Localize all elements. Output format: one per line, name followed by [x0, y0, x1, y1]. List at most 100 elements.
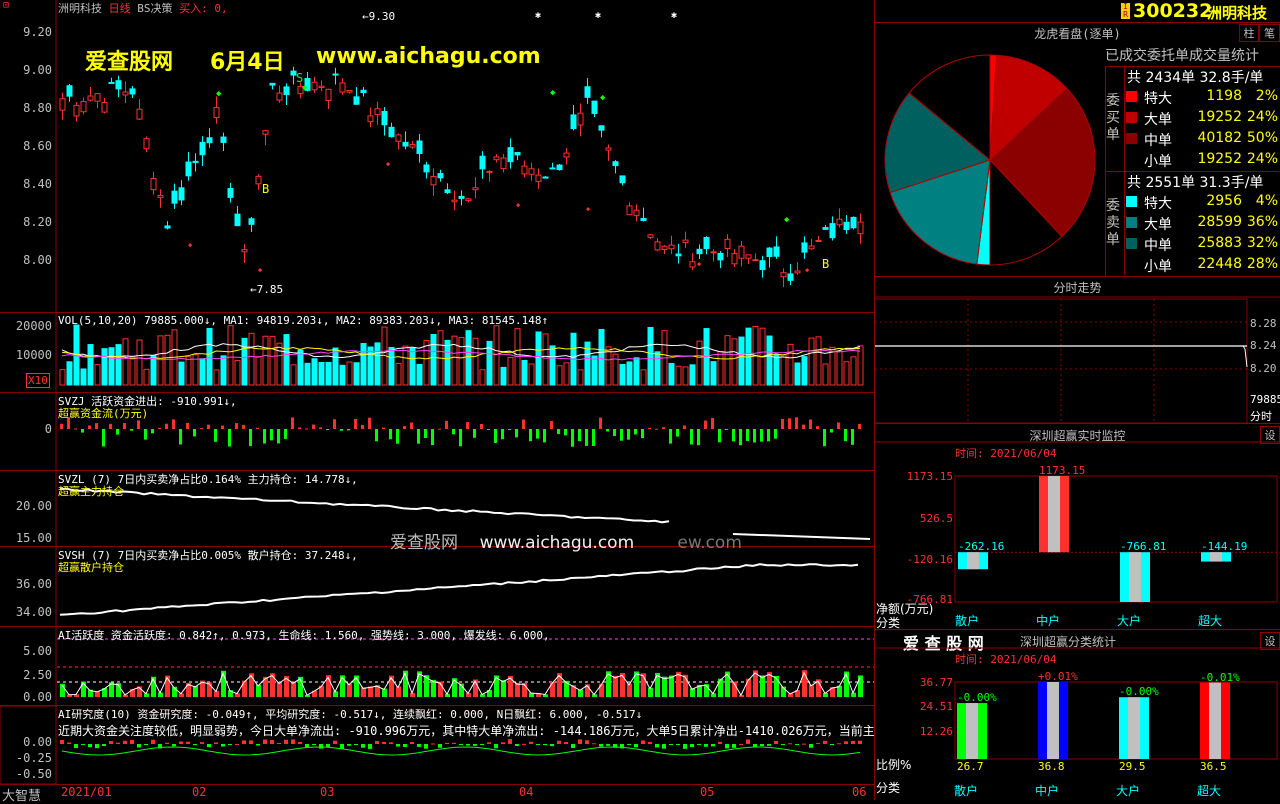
classify-value-3: 36.5: [1200, 760, 1227, 773]
realtime-bar-highlight: [1210, 552, 1222, 562]
row-pct: 2%: [1255, 88, 1278, 104]
money-flow-bar: [424, 429, 427, 438]
center-watermark-url: www.aichagu.com: [479, 533, 635, 553]
volume-bar: [360, 342, 367, 386]
volume-bar: [780, 354, 787, 386]
ai-research-panel[interactable]: AI研究度(10) 资金研究度: -0.049↑, 平均研究度: -0.517↓…: [0, 706, 874, 784]
money-flow-bar: [711, 417, 714, 429]
ai-active-panel[interactable]: AI活跃度 资金活跃度: 0.842↑, 0.973, 生命线: 1.560, …: [0, 627, 874, 706]
volume-bar: [724, 335, 731, 386]
money-flow-bar: [312, 424, 315, 429]
volume-bar: [87, 344, 94, 386]
money-flow-bar: [746, 429, 749, 441]
volume-bar: [542, 333, 549, 386]
volume-bar: [255, 356, 262, 386]
vol-axis-1: 20000: [15, 319, 52, 333]
volume-bar: [633, 357, 640, 386]
candle-body: [353, 96, 360, 105]
high-price-mark: ←9.30: [362, 10, 396, 23]
research-bar: [634, 744, 638, 748]
price-axis-tick: 9.00: [23, 63, 52, 77]
candle-body: [759, 260, 766, 271]
volume-bar: [213, 369, 220, 386]
money-flow-bar: [578, 429, 581, 442]
svsh-panel[interactable]: SVSH (7) 7日内买卖净占比0.005% 散户持仓: 37.248↓, 超…: [0, 547, 874, 627]
volume-bar: [507, 356, 514, 386]
classify-change-2: -0.00%: [1119, 685, 1159, 699]
research-bar: [592, 743, 596, 745]
research-bar: [788, 743, 792, 745]
classify-axis-2: 24.51: [919, 700, 953, 713]
realtime-category-0: 散户: [955, 614, 980, 628]
money-flow-bar: [655, 428, 658, 430]
volume-bar: [430, 334, 437, 386]
pen-mode-button[interactable]: 笔: [1259, 24, 1280, 42]
ai-active-header: AI活跃度 资金活跃度: 0.842↑, 0.973, 生命线: 1.560, …: [58, 629, 550, 642]
research-bar: [74, 744, 78, 749]
indicator-label[interactable]: BS决策: [137, 2, 172, 15]
research-bar: [88, 744, 92, 748]
research-bar: [291, 739, 295, 744]
volume-bar: [157, 335, 164, 386]
money-flow-bar: [151, 429, 154, 434]
sell-signal-icon: ◆: [216, 89, 222, 99]
money-flow-bar: [144, 429, 147, 440]
money-flow-bar: [214, 429, 217, 442]
research-bar: [641, 740, 645, 744]
candle-body: [73, 104, 80, 117]
activity-bar: [410, 692, 415, 697]
candle-body: [416, 140, 423, 154]
row-name: 小单: [1144, 154, 1172, 170]
volume-panel[interactable]: VOL(5,10,20) 79885.000↓, MA1: 94819.203↓…: [0, 313, 874, 393]
volume-bar: [787, 343, 794, 386]
money-flow-bar: [557, 429, 560, 435]
chart-settings-icon[interactable]: ⊡: [3, 0, 9, 11]
volume-bar: [829, 346, 836, 386]
research-bar: [242, 740, 246, 744]
money-flow-bar: [263, 429, 266, 444]
row-name: 大单: [1144, 112, 1172, 128]
candle-body: [612, 161, 619, 167]
svzj-panel[interactable]: SVZJ 活跃资金进出: -910.991↓, 超赢资金流(万元) 0: [0, 393, 874, 471]
research-bar: [529, 741, 533, 744]
intraday-panel[interactable]: 分时走势 8.28 8.24 8.20 79885 分时: [875, 277, 1280, 424]
money-flow-bar: [508, 429, 511, 430]
volume-bar: [122, 338, 129, 386]
money-flow-bar: [585, 429, 588, 446]
research-bar: [81, 744, 85, 745]
bottom-left-label: 大智慧: [2, 789, 42, 804]
high-price-value: 9.30: [368, 10, 396, 23]
money-flow-bar: [718, 429, 721, 443]
classify-bar-highlight: [966, 703, 978, 759]
candle-body: [556, 164, 563, 171]
center-watermark-tail: ew.com: [677, 533, 742, 553]
sell-row: 中单 25883 32%: [1120, 233, 1280, 254]
activity-bar: [711, 693, 716, 697]
volume-bar: [220, 355, 227, 386]
money-flow-bar: [781, 418, 784, 429]
candle-body: [507, 147, 514, 163]
dragon-subtitle: 已成交委托单成交量统计: [1105, 48, 1259, 64]
volume-bar: [535, 331, 542, 386]
candle-body: [276, 92, 283, 101]
research-bar: [494, 744, 498, 749]
candle-body: [458, 195, 465, 199]
money-flow-bar: [760, 429, 763, 442]
research-bar: [823, 740, 827, 744]
classify-change-3: -0.01%: [1200, 670, 1240, 684]
money-flow-bar: [627, 429, 630, 440]
research-bar: [221, 744, 225, 747]
research-bar: [746, 739, 750, 744]
air-axis-1: 0.00: [23, 735, 52, 749]
money-flow-bar: [830, 429, 833, 433]
buy-signal-icon: ◆: [516, 201, 521, 209]
research-bar: [333, 740, 337, 744]
volume-header: VOL(5,10,20) 79885.000↓, MA1: 94819.203↓…: [58, 314, 549, 327]
money-flow-bar: [732, 429, 735, 442]
bar-mode-button[interactable]: 柱: [1239, 24, 1259, 42]
buy-signal-icon: ◆: [805, 266, 810, 274]
buy-total: 共 2434单 32.8手/单: [1127, 70, 1264, 86]
period-label[interactable]: 日线: [109, 2, 131, 15]
row-name: 小单: [1144, 259, 1172, 275]
candle-body: [437, 173, 444, 179]
